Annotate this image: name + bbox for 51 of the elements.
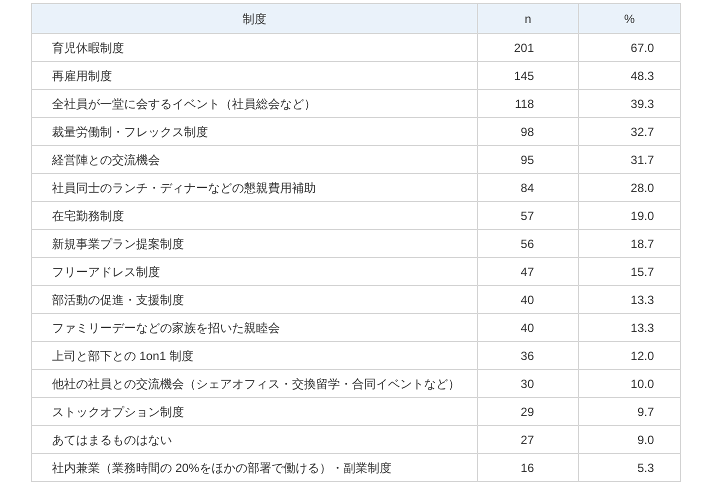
table-cell: 30 [478,370,578,398]
table-cell: 新規事業プラン提案制度 [32,230,478,258]
table-cell: 47 [478,258,578,286]
table-cell: 18.7 [578,230,680,258]
table-cell: ファミリーデーなどの家族を招いた親睦会 [32,314,478,342]
table-cell: 在宅勤務制度 [32,202,478,230]
table-cell: 28.0 [578,174,680,202]
table-cell: 40 [478,314,578,342]
table-cell: 57 [478,202,578,230]
table-cell: フリーアドレス制度 [32,258,478,286]
table-cell: 13.3 [578,286,680,314]
table-cell: 95 [478,146,578,174]
table-cell: 15.7 [578,258,680,286]
table-cell: 67.0 [578,34,680,62]
table-cell: 98 [478,118,578,146]
table-cell: 39.3 [578,90,680,118]
table-cell: 育児休暇制度 [32,34,478,62]
table-cell: 12.0 [578,342,680,370]
column-header: n [478,4,578,34]
table-cell: 社員同士のランチ・ディナーなどの懇親費用補助 [32,174,478,202]
table-cell: あてはまるものはない [32,426,478,454]
table-cell: 145 [478,62,578,90]
table-cell: 16 [478,454,578,482]
table-cell: 201 [478,34,578,62]
table-cell: 48.3 [578,62,680,90]
table-cell: 5.3 [578,454,680,482]
table-cell: 他社の社員との交流機会（シェアオフィス・交換留学・合同イベントなど） [32,370,478,398]
table-cell: 32.7 [578,118,680,146]
column-header: 制度 [32,4,478,34]
table-cell: 56 [478,230,578,258]
table-cell: 27 [478,426,578,454]
table-cell: 10.0 [578,370,680,398]
table-cell: 19.0 [578,202,680,230]
table-cell: 31.7 [578,146,680,174]
table-cell: 経営陣との交流機会 [32,146,478,174]
table-cell: 29 [478,398,578,426]
table-cell: 9.0 [578,426,680,454]
table-cell: 118 [478,90,578,118]
table-cell: 全社員が一堂に会するイベント（社員総会など） [32,90,478,118]
column-header: % [578,4,680,34]
table-cell: 社内兼業（業務時間の 20%をほかの部署で働ける）・副業制度 [32,454,478,482]
table-cell: 部活動の促進・支援制度 [32,286,478,314]
table-cell: 84 [478,174,578,202]
table-cell: 9.7 [578,398,680,426]
table-cell: 36 [478,342,578,370]
table-cell: ストックオプション制度 [32,398,478,426]
table-cell: 13.3 [578,314,680,342]
table-cell: 上司と部下との 1on1 制度 [32,342,478,370]
table-cell: 再雇用制度 [32,62,478,90]
table-cell: 裁量労働制・フレックス制度 [32,118,478,146]
table-cell: 40 [478,286,578,314]
